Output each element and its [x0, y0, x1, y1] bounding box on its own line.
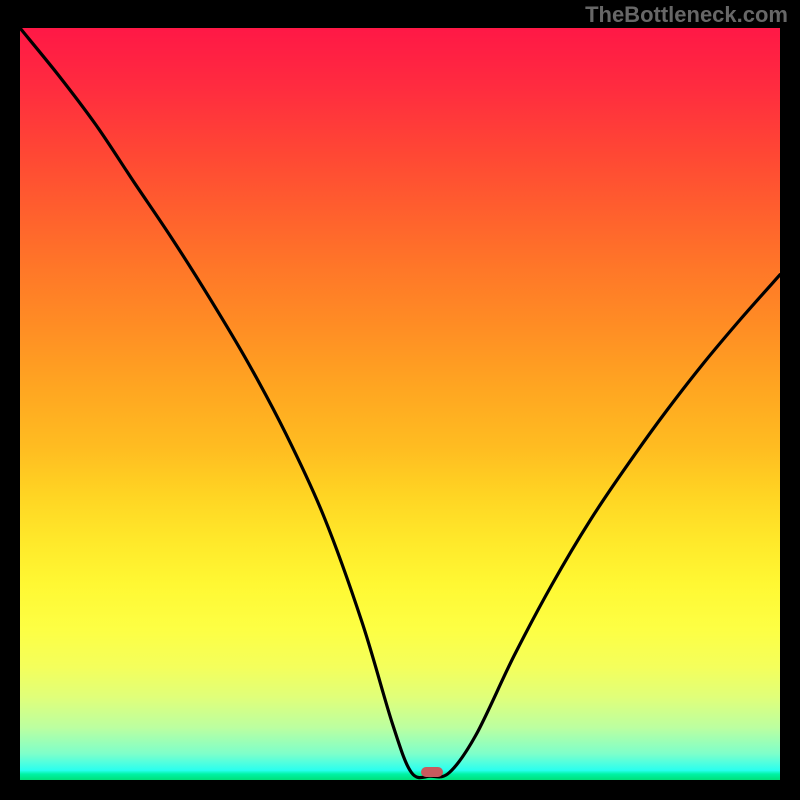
chart-frame: TheBottleneck.com [0, 0, 800, 800]
watermark-text: TheBottleneck.com [585, 2, 788, 28]
bottleneck-curve [20, 28, 780, 780]
minimum-marker [421, 767, 443, 777]
curve-path [20, 28, 780, 778]
plot-area [20, 28, 780, 780]
